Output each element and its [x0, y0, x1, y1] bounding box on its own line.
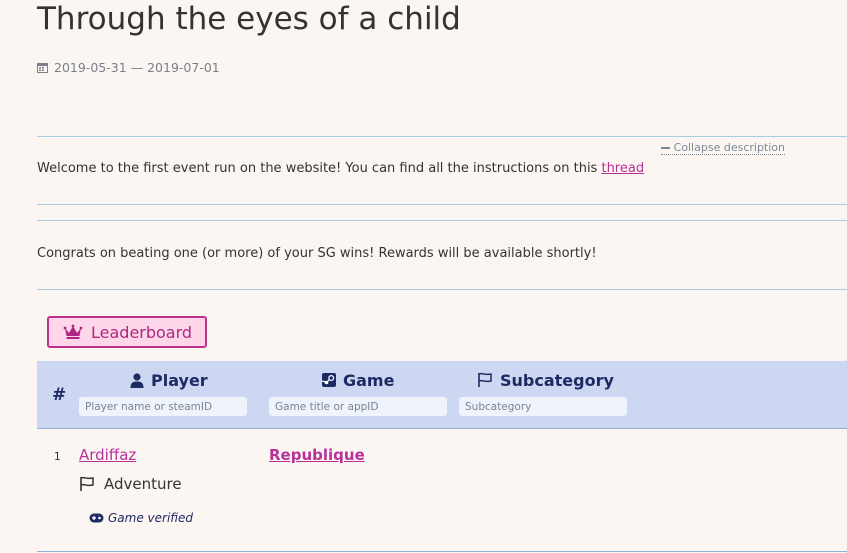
minus-icon	[660, 146, 670, 149]
leaderboard-label: Leaderboard	[91, 322, 193, 342]
thread-link[interactable]: thread	[601, 161, 644, 176]
subcategory-column-label: Subcategory	[500, 370, 614, 390]
divider	[37, 220, 847, 221]
divider	[37, 289, 847, 290]
table-header: # Player Game S	[37, 361, 847, 429]
event-dates: 2019-05-31 — 2019-07-01	[37, 60, 220, 75]
flag-icon	[478, 372, 492, 387]
game-column-header: Game	[269, 370, 447, 390]
description-text: Welcome to the first event run on the we…	[37, 161, 644, 176]
player-link[interactable]: Ardiffaz	[79, 446, 136, 464]
steam-icon	[322, 373, 336, 387]
divider	[37, 204, 847, 205]
leaderboard-button[interactable]: Leaderboard	[47, 316, 207, 348]
player-column-label: Player	[151, 370, 208, 390]
flag-icon	[80, 476, 94, 491]
row-subcategory: Adventure	[79, 475, 182, 493]
page-title: Through the eyes of a child	[37, 1, 461, 37]
subcategory-column: Subcategory	[459, 370, 627, 416]
player-column-header: Player	[79, 370, 247, 390]
collapse-description-button[interactable]: Collapse description	[660, 141, 785, 155]
row-divider	[37, 551, 847, 552]
congrats-text: Congrats on beating one (or more) of you…	[37, 246, 597, 261]
rank-column-header: #	[52, 385, 67, 405]
subcategory-label: Adventure	[104, 475, 182, 493]
player-filter-input[interactable]	[79, 397, 247, 416]
description-intro: Welcome to the first event run on the we…	[37, 161, 602, 176]
game-column: Game	[269, 370, 447, 416]
divider	[37, 136, 847, 137]
game-link[interactable]: Republique	[269, 446, 365, 464]
game-filter-input[interactable]	[269, 397, 447, 416]
date-range: 2019-05-31 — 2019-07-01	[54, 60, 220, 75]
collapse-label: Collapse description	[673, 141, 785, 154]
subcategory-column-header: Subcategory	[459, 370, 627, 390]
user-icon	[130, 372, 144, 388]
calendar-icon	[37, 63, 48, 73]
gamepad-icon	[89, 513, 104, 523]
row-rank: 1	[54, 451, 61, 463]
crown-icon	[63, 324, 83, 339]
game-verified-badge: Game verified	[89, 511, 193, 525]
player-column: Player	[79, 370, 247, 416]
verified-label: Game verified	[108, 511, 194, 525]
subcategory-filter-input[interactable]	[459, 397, 627, 416]
game-column-label: Game	[343, 370, 395, 390]
